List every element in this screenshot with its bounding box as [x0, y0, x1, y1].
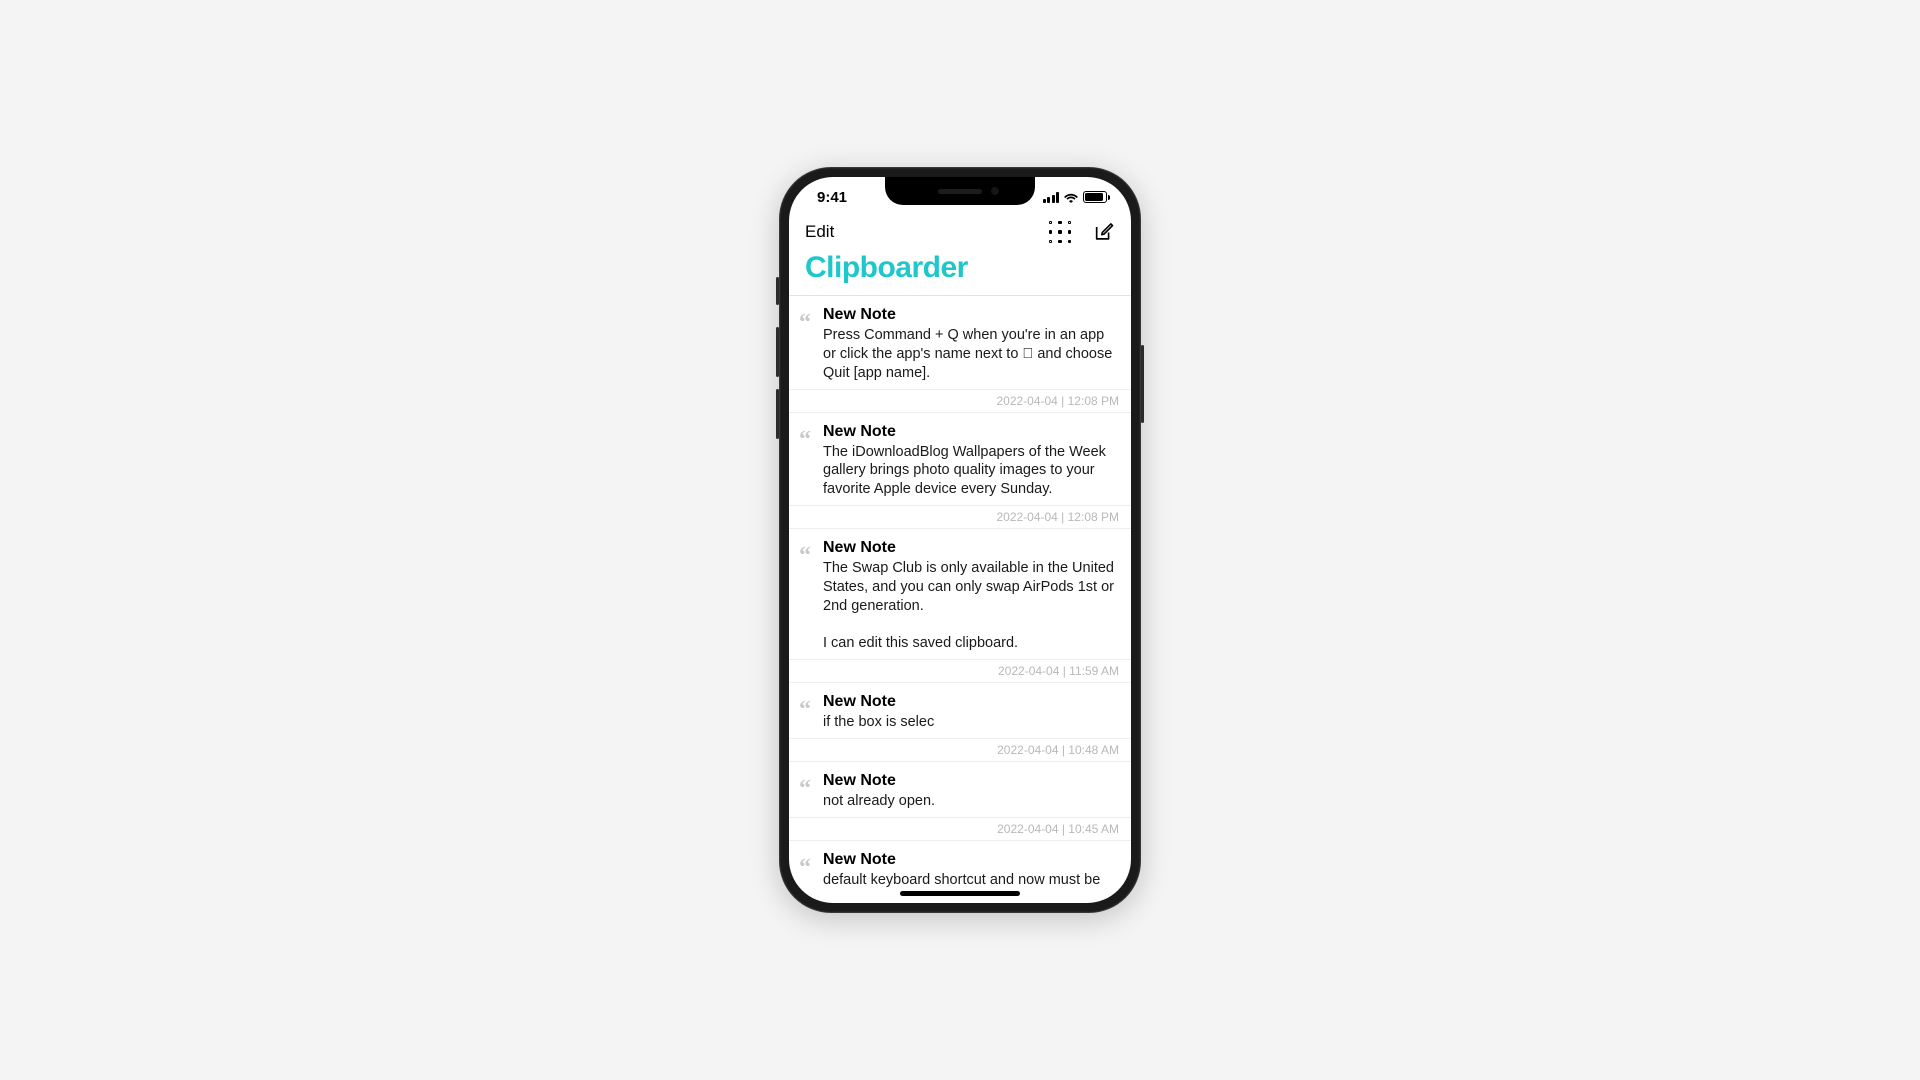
note-title: New Note: [823, 539, 1119, 557]
list-item[interactable]: “ New Note The iDownloadBlog Wallpapers …: [789, 413, 1131, 507]
note-title: New Note: [823, 851, 1119, 869]
side-button-volume-down: [776, 389, 779, 439]
side-button-volume-up: [776, 327, 779, 377]
list-item[interactable]: “ New Note not already open.: [789, 762, 1131, 818]
earpiece-speaker: [938, 189, 982, 194]
quote-icon: “: [795, 693, 815, 732]
note-title: New Note: [823, 772, 1119, 790]
note-title: New Note: [823, 306, 1119, 324]
list-item[interactable]: “ New Note The Swap Club is only availab…: [789, 529, 1131, 660]
quote-icon: “: [795, 306, 815, 383]
cellular-signal-icon: [1043, 192, 1060, 203]
front-camera: [991, 187, 999, 195]
wifi-icon: [1063, 191, 1079, 203]
list-item[interactable]: “ New Note Press Command + Q when you're…: [789, 296, 1131, 390]
status-time: 9:41: [817, 189, 847, 206]
display-notch: [885, 177, 1035, 205]
phone-screen: 9:41 Edit: [789, 177, 1131, 903]
page-title: Clipboarder: [789, 249, 1131, 296]
note-title: New Note: [823, 693, 1119, 711]
list-item[interactable]: “ New Note if the box is selec: [789, 683, 1131, 739]
navigation-bar: Edit: [789, 217, 1131, 249]
list-item[interactable]: “ New Note default keyboard shortcut and…: [789, 841, 1131, 890]
quote-icon: “: [795, 851, 815, 890]
home-indicator[interactable]: [900, 891, 1020, 896]
note-body-text: The iDownloadBlog Wallpapers of the Week…: [823, 443, 1119, 500]
side-button-power: [1141, 345, 1144, 423]
status-indicators: [1043, 191, 1108, 203]
note-body-text: The Swap Club is only available in the U…: [823, 559, 1119, 653]
quote-icon: “: [795, 423, 815, 500]
battery-icon: [1083, 191, 1107, 203]
compose-icon[interactable]: [1093, 221, 1115, 243]
side-button-silence: [776, 277, 779, 305]
quote-icon: “: [795, 772, 815, 811]
note-timestamp: 2022-04-04 | 10:48 AM: [789, 739, 1131, 762]
note-body-text: Press Command + Q when you're in an app …: [823, 326, 1119, 383]
note-body-text: default keyboard shortcut and now must b…: [823, 871, 1119, 890]
note-title: New Note: [823, 423, 1119, 441]
qr-code-icon[interactable]: [1049, 221, 1071, 243]
note-body-text: if the box is selec: [823, 713, 1119, 732]
note-timestamp: 2022-04-04 | 10:45 AM: [789, 818, 1131, 841]
note-timestamp: 2022-04-04 | 12:08 PM: [789, 506, 1131, 529]
note-timestamp: 2022-04-04 | 12:08 PM: [789, 390, 1131, 413]
quote-icon: “: [795, 539, 815, 653]
edit-button[interactable]: Edit: [805, 222, 834, 242]
phone-device-frame: 9:41 Edit: [779, 167, 1141, 913]
notes-list[interactable]: “ New Note Press Command + Q when you're…: [789, 296, 1131, 890]
note-timestamp: 2022-04-04 | 11:59 AM: [789, 660, 1131, 683]
note-body-text: not already open.: [823, 792, 1119, 811]
